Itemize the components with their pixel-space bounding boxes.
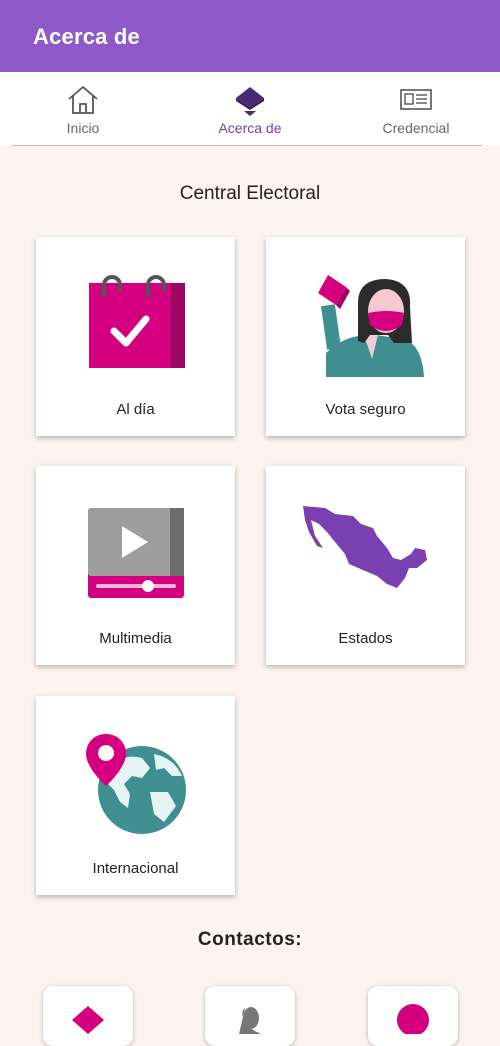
tab-label: Acerca de [218,120,282,136]
contact-card-phone[interactable] [205,986,295,1046]
section-title-central: Central Electoral [179,183,321,204]
ballot-box-icon [236,87,264,116]
section-title-contactos: Contactos: [197,929,303,950]
calendar-check-icon [88,275,185,368]
tab-label: Inicio [66,120,100,136]
card-vota-seguro[interactable]: Vota seguro [266,237,465,436]
tab-bar: Inicio Acerca de Credencial [0,72,500,146]
location-pin-icon [397,1004,429,1034]
tab-divider [12,145,482,146]
page-title: Acerca de [33,24,140,49]
video-player-icon [87,508,184,598]
app-bar: Acerca de [0,0,500,72]
id-card-icon [400,89,432,110]
card-internacional[interactable]: Internacional [36,696,235,895]
tab-inicio[interactable]: Inicio [0,72,166,146]
contact-card-location[interactable] [368,986,458,1046]
ballot-box-icon [72,1006,104,1034]
tab-credencial[interactable]: Credencial [333,72,499,146]
voter-with-mask-icon [317,275,424,377]
card-label: Internacional [92,860,179,877]
card-label: Al día [116,401,155,418]
tab-acerca-de[interactable]: Acerca de [167,72,333,146]
phone-icon [239,1007,261,1034]
mexico-map-icon [302,506,427,588]
contact-card-ballot[interactable] [43,986,133,1046]
card-label: Estados [338,630,393,647]
card-label: Multimedia [99,630,172,647]
card-label: Vota seguro [325,401,406,418]
home-icon [68,86,98,114]
globe-pin-icon [85,734,186,834]
card-multimedia[interactable]: Multimedia [36,466,235,665]
card-al-dia[interactable]: Al día [36,237,235,436]
tab-label: Credencial [382,120,450,136]
card-estados[interactable]: Estados [266,466,465,665]
